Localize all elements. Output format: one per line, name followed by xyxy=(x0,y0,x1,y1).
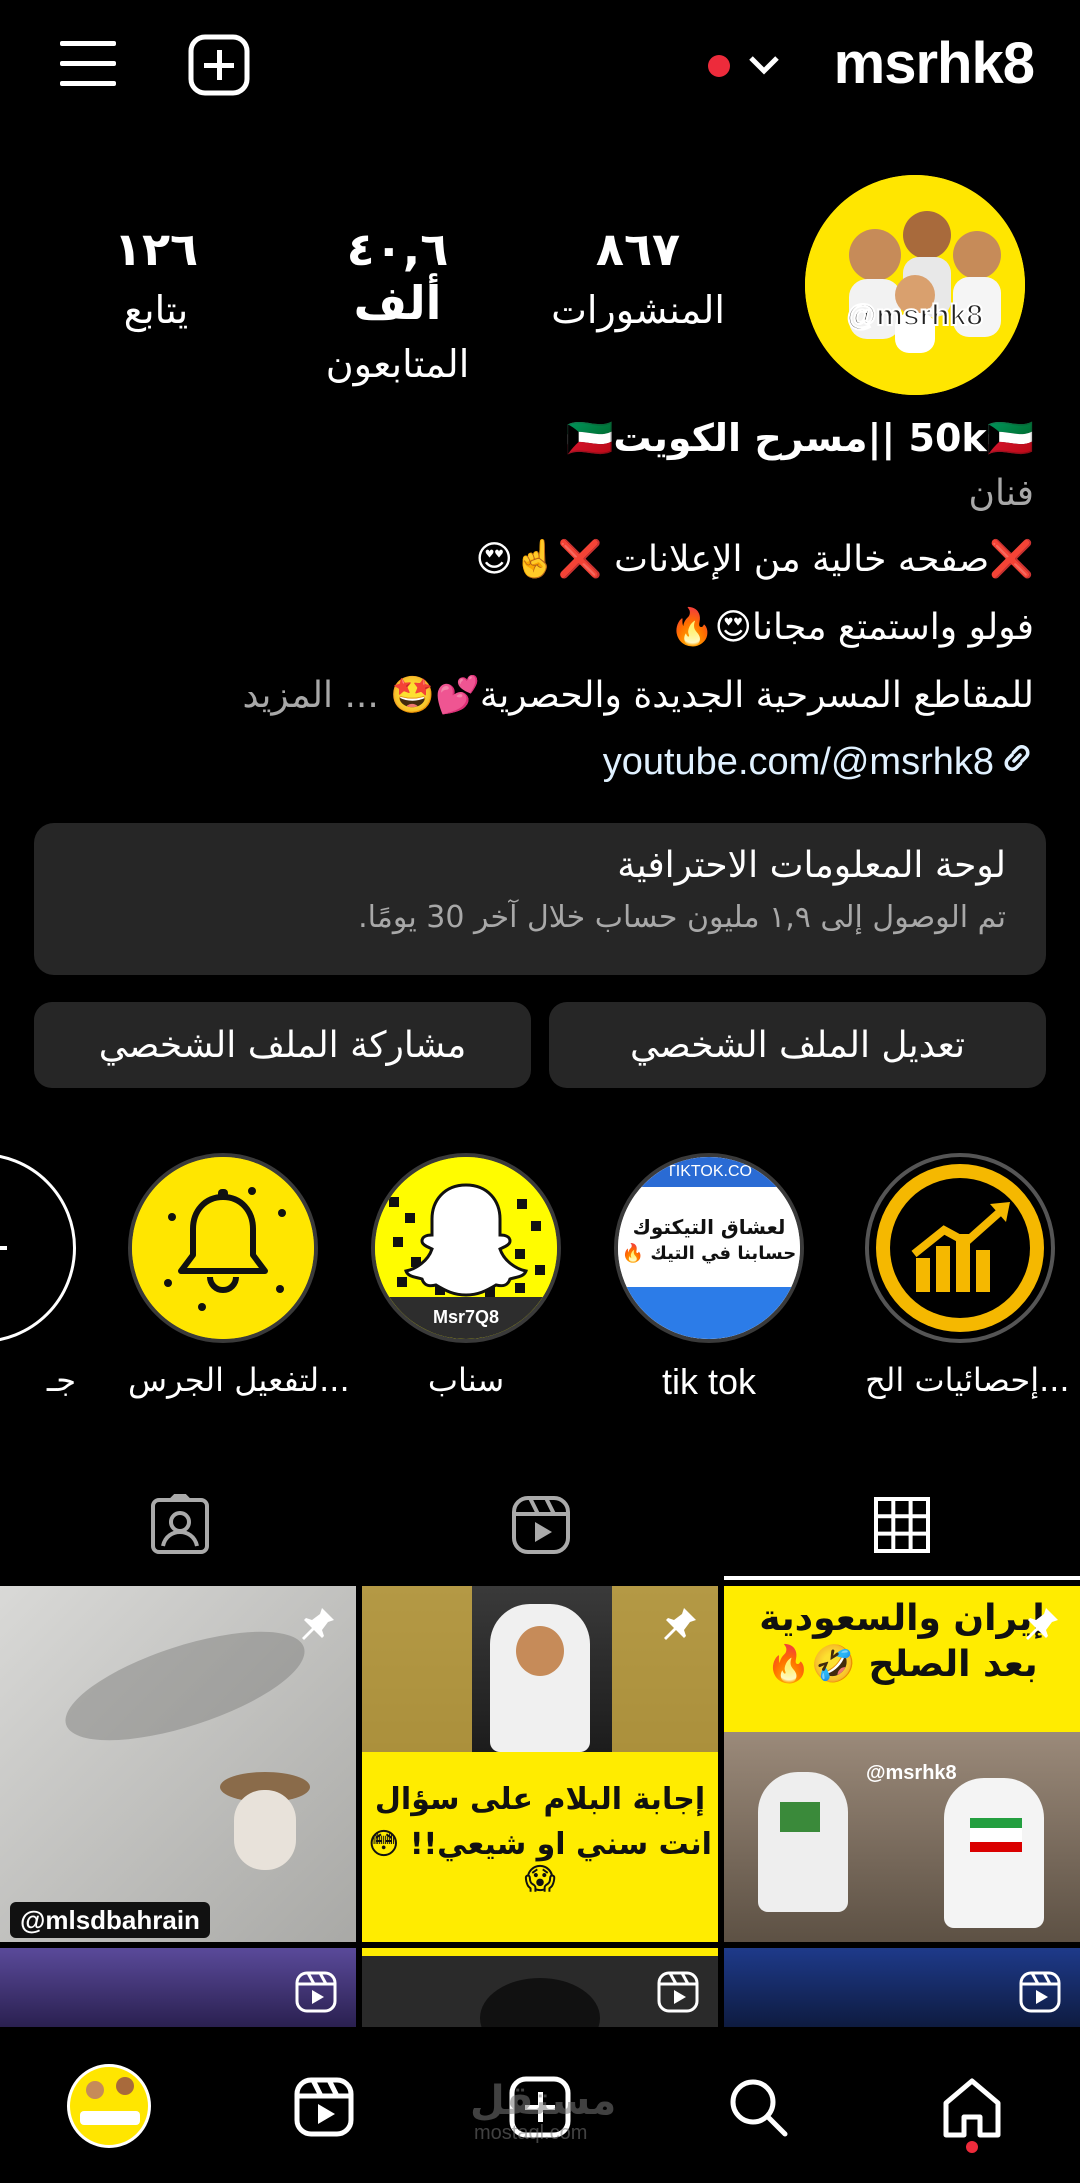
grid-post-2[interactable]: إجابة البلام على سؤال انت سني او شيعي!! … xyxy=(362,1586,718,1942)
grid-post-6[interactable] xyxy=(0,1948,356,2027)
bio-category: فنان xyxy=(968,473,1034,514)
profile-avatar[interactable]: @msrhk8 xyxy=(805,175,1025,395)
home-icon xyxy=(943,2078,1001,2138)
chart-icon xyxy=(876,1164,1044,1332)
snap-thumb-text: Msr7Q8 xyxy=(433,1307,499,1327)
bio-name: 50k🇰🇼 ||مسرح الكويت🇰🇼 xyxy=(566,416,1034,460)
top-bar: msrhk8 xyxy=(0,0,1080,130)
stat-followers[interactable]: ٤٠,٦ ألف المتابعون xyxy=(300,222,495,386)
bio-line-1: ❌صفحه خالية من الإعلانات ❌☝️😍 xyxy=(475,539,1034,580)
posts-label: المنشورات xyxy=(551,288,725,332)
tiktok-thumb-line-1: لعشاق التيكتوك xyxy=(632,1215,786,1239)
nav-search[interactable] xyxy=(718,2067,798,2147)
edit-profile-button[interactable]: تعديل الملف الشخصي xyxy=(549,1002,1046,1088)
pin-icon xyxy=(1026,1608,1058,1640)
grid-post-1[interactable]: إيران والسعودية بعد الصلح 🤣🔥 @msrhk8 xyxy=(724,1586,1080,1942)
chevron-down-icon[interactable] xyxy=(744,48,784,82)
reel-icon xyxy=(1019,1971,1061,2013)
pin-icon xyxy=(664,1608,696,1640)
reels-icon xyxy=(512,1496,570,1554)
bio-more-link[interactable]: ... المزيد xyxy=(242,675,378,716)
reels-icon xyxy=(294,2077,354,2137)
pin-icon xyxy=(302,1608,334,1640)
avatar-handle-text: @msrhk8 xyxy=(847,299,983,332)
add-icon xyxy=(0,1246,7,1250)
highlight-label-snap: سناب xyxy=(427,1361,505,1399)
following-count: ١٢٦ xyxy=(113,222,199,276)
bio-line-3: للمقاطع المسرحية الجديدة والحصرية💕🤩 xyxy=(390,675,1034,716)
menu-icon[interactable] xyxy=(56,34,120,94)
search-icon xyxy=(730,2079,788,2137)
snapchat-icon: Msr7Q8 xyxy=(375,1157,557,1339)
grid-post-3[interactable]: @mlsdbahrain xyxy=(0,1586,356,1942)
link-icon xyxy=(1000,740,1034,788)
followers-label: المتابعون xyxy=(325,342,470,386)
posts-count: ٨٦٧ xyxy=(595,222,681,276)
stat-following[interactable]: ١٢٦ يتابع xyxy=(104,222,208,332)
watermark-mostaql: مستقل xyxy=(470,2078,617,2124)
post-2-caption-2: انت سني او شيعي!! 😳😱 xyxy=(368,1827,712,1897)
tab-grid[interactable] xyxy=(722,1470,1080,1580)
highlight-label-stats: إحصائيات الح... xyxy=(865,1361,1070,1399)
tab-reels[interactable] xyxy=(361,1470,721,1580)
notification-dot xyxy=(708,55,730,77)
reel-icon xyxy=(295,1971,337,2013)
bio-external-link[interactable]: youtube.com/@msrhk8 xyxy=(603,741,994,783)
highlight-new[interactable]: جـ xyxy=(0,1153,76,1399)
home-notification-dot xyxy=(966,2141,978,2153)
dashboard-title: لوحة المعلومات الاحترافية xyxy=(617,845,1006,886)
stat-posts[interactable]: ٨٦٧ المنشورات xyxy=(548,222,728,332)
bell-icon xyxy=(132,1157,314,1339)
following-label: يتابع xyxy=(123,288,189,332)
tiktok-thumb-url: TIKTOK.CO xyxy=(618,1157,800,1187)
nav-profile[interactable] xyxy=(66,2063,152,2149)
highlight-label-bell: لتفعيل الجرس... xyxy=(128,1361,350,1399)
post-1-caption-2: بعد الصلح 🤣🔥 xyxy=(766,1644,1038,1685)
post-1-watermark: @msrhk8 xyxy=(866,1762,957,1784)
highlight-stats[interactable]: إحصائيات الح... xyxy=(865,1153,1070,1399)
highlight-bell[interactable]: لتفعيل الجرس... xyxy=(128,1153,350,1399)
post-3-caption: @mlsdbahrain xyxy=(10,1902,210,1938)
dashboard-subtitle: تم الوصول إلى ١,٩ مليون حساب خلال آخر 30… xyxy=(358,900,1006,935)
nav-home[interactable] xyxy=(932,2067,1012,2147)
tiktok-thumbnail: TIKTOK.CO لعشاق التيكتوك حسابنا في التيك… xyxy=(614,1153,804,1343)
tagged-icon xyxy=(151,1494,209,1554)
highlight-tiktok[interactable]: TIKTOK.CO لعشاق التيكتوك حسابنا في التيك… xyxy=(614,1153,804,1403)
tab-tagged[interactable] xyxy=(0,1470,360,1580)
profile-username[interactable]: msrhk8 xyxy=(834,30,1035,97)
highlight-snap[interactable]: Msr7Q8 سناب xyxy=(371,1153,561,1399)
nav-reels[interactable] xyxy=(284,2067,364,2147)
bio-link-row[interactable]: youtube.com/@msrhk8 xyxy=(40,738,1034,788)
highlight-label-tiktok: tik tok xyxy=(661,1361,757,1402)
create-post-icon[interactable] xyxy=(186,32,252,98)
grid-post-5[interactable] xyxy=(362,1948,718,2027)
bio-line-2: فولو واستمتع مجانا😍🔥 xyxy=(669,607,1034,648)
bio-line-3-row: للمقاطع المسرحية الجديدة والحصرية💕🤩 ... … xyxy=(40,672,1034,720)
grid-post-4[interactable] xyxy=(724,1948,1080,2027)
watermark-mostaql-sub: mostaql.com xyxy=(474,2122,588,2144)
tiktok-thumb-line-2: حسابنا في التيك 🔥 xyxy=(621,1243,797,1264)
reel-icon xyxy=(657,1971,699,2013)
profile-bio: 50k🇰🇼 ||مسرح الكويت🇰🇼 فنان ❌صفحه خالية م… xyxy=(40,410,1034,788)
professional-dashboard[interactable]: لوحة المعلومات الاحترافية تم الوصول إلى … xyxy=(34,823,1046,975)
followers-count: ٤٠,٦ ألف xyxy=(346,222,449,330)
active-tab-indicator xyxy=(724,1576,1080,1580)
post-2-caption: إجابة البلام على سؤال xyxy=(374,1782,706,1817)
highlight-label-new: جـ xyxy=(46,1361,76,1399)
profile-avatar-small xyxy=(67,2064,151,2148)
share-profile-button[interactable]: مشاركة الملف الشخصي xyxy=(34,1002,531,1088)
grid-icon xyxy=(874,1497,930,1553)
